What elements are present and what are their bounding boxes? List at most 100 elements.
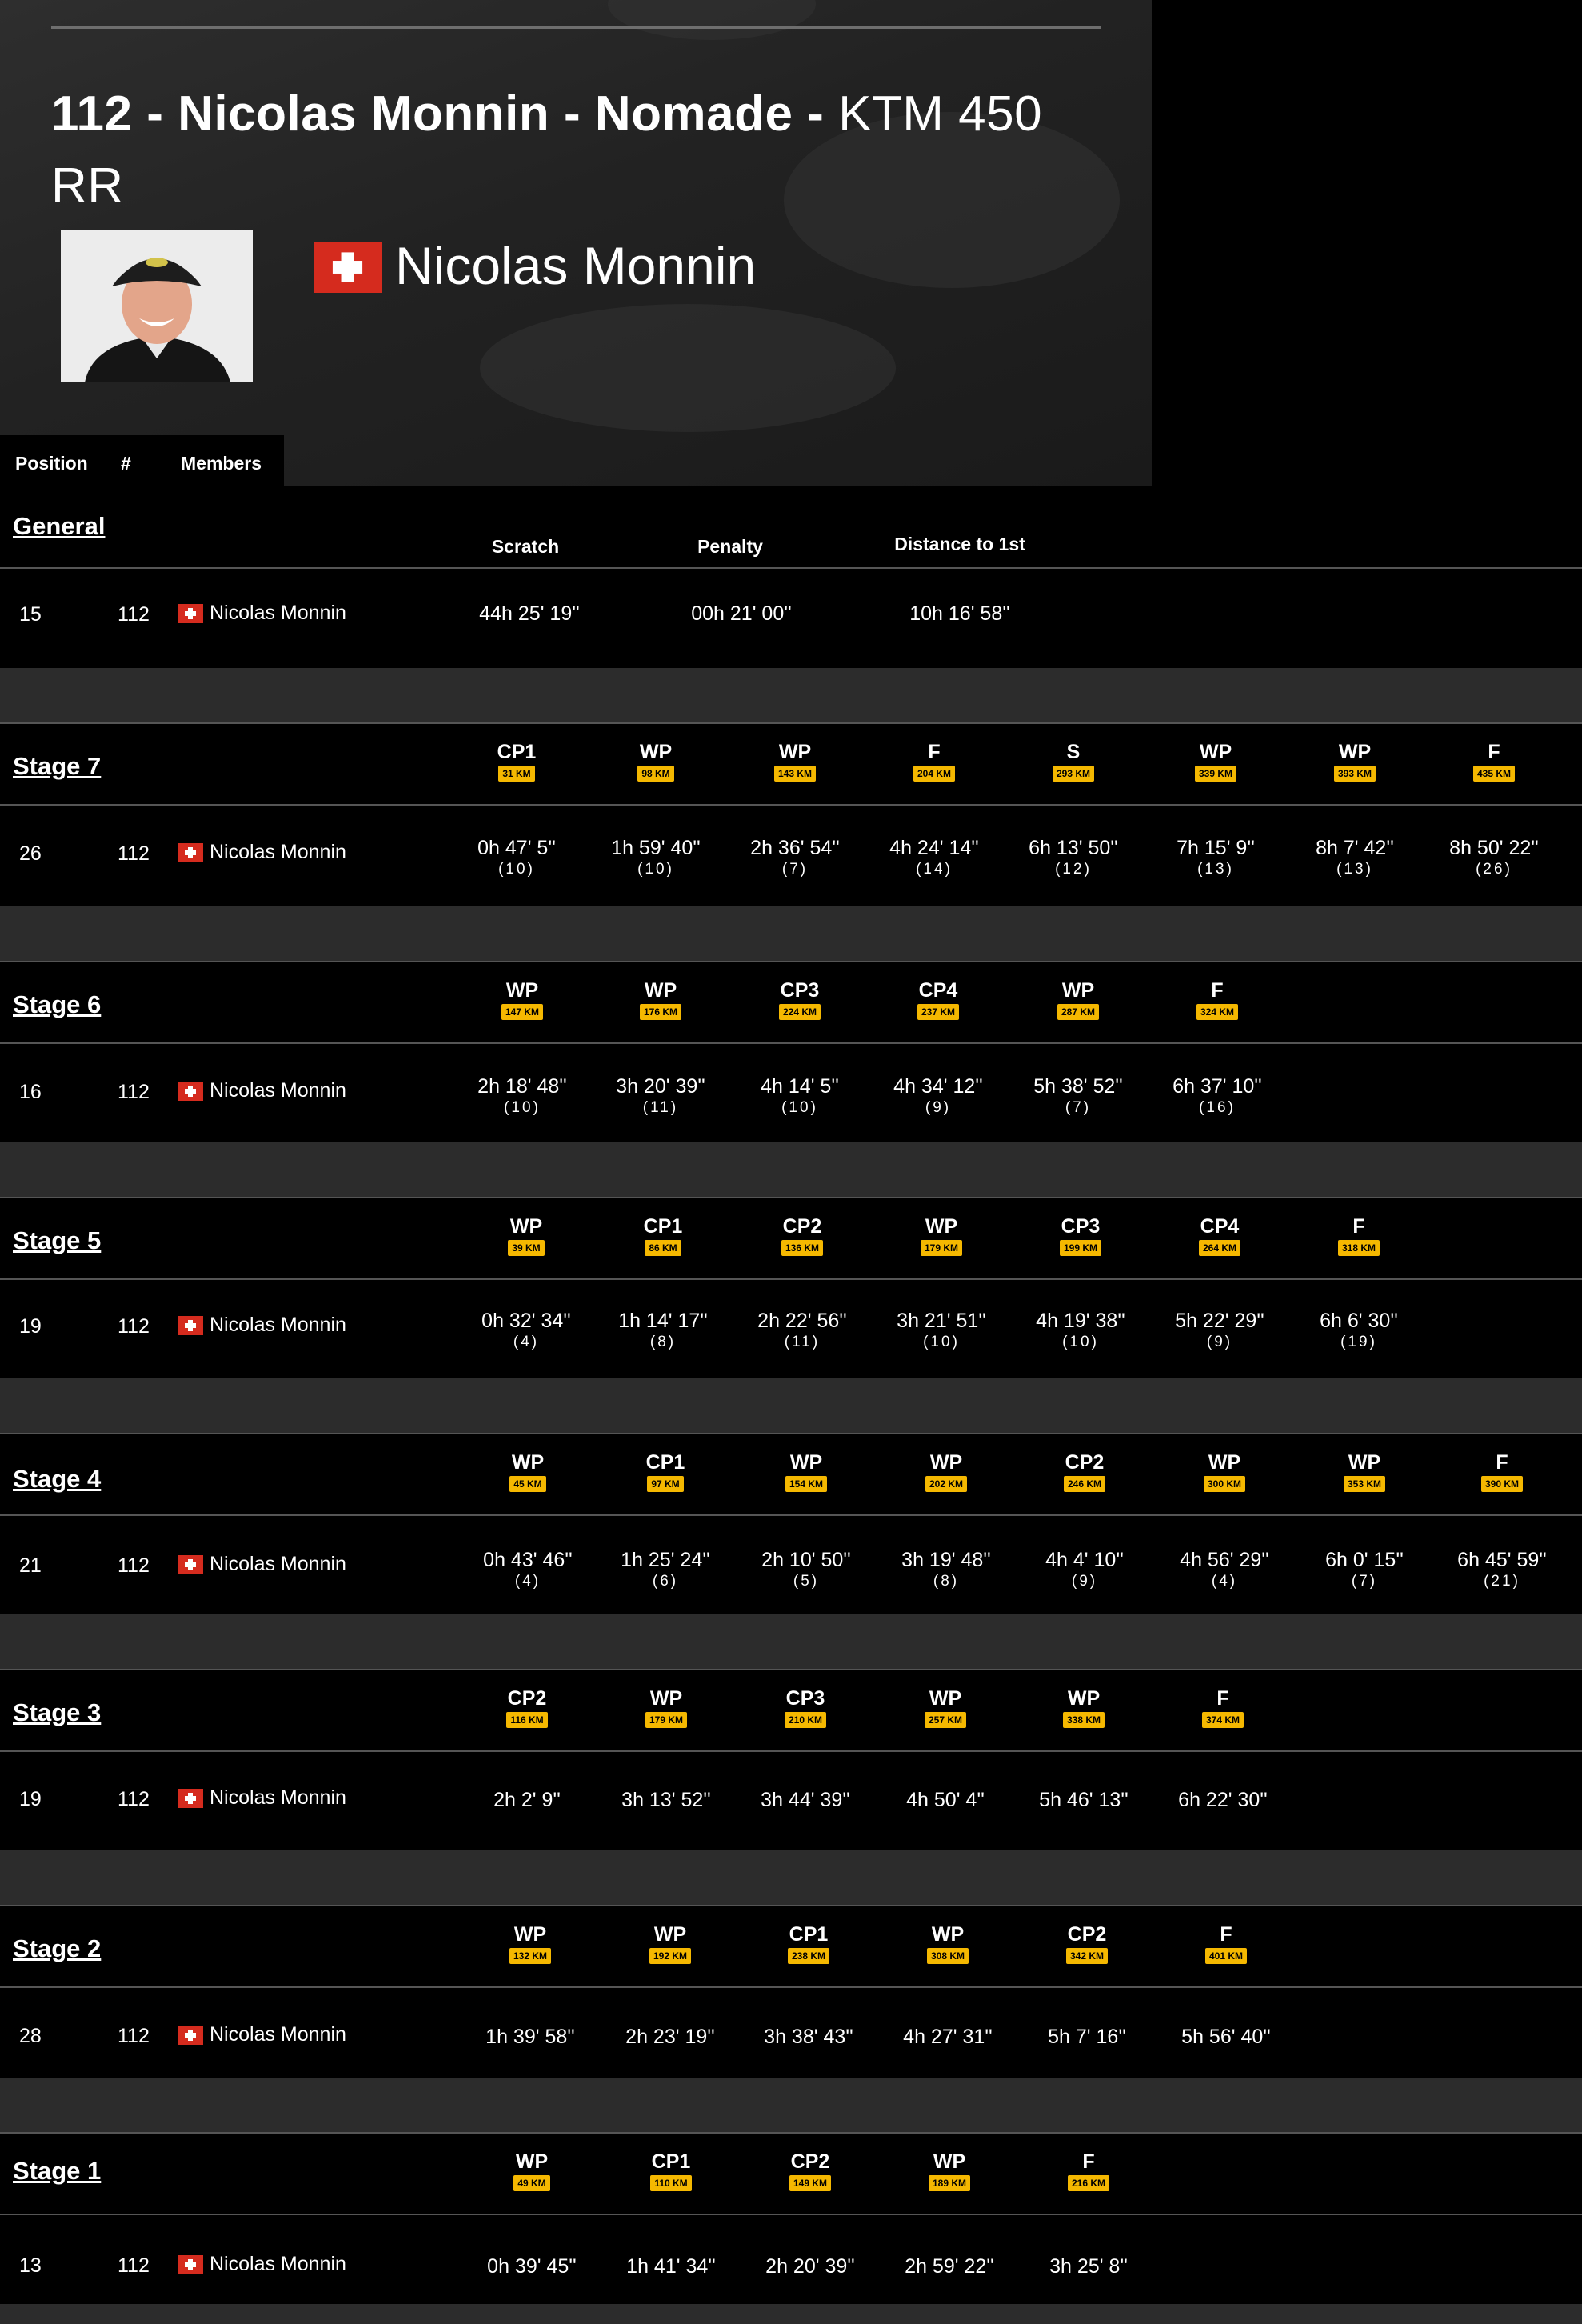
checkpoint-time: 1h 25' 24'' (6)	[621, 1548, 710, 1591]
divider	[0, 804, 1582, 806]
checkpoint-label: WP	[1067, 1687, 1101, 1710]
time-value: 5h 38' 52''	[1033, 1075, 1123, 1098]
rider-name: Nicolas Monnin	[395, 236, 757, 295]
tab-position[interactable]: Position	[15, 453, 88, 474]
checkpoint-header: WP 300 KM	[1173, 1450, 1276, 1492]
time-value: 0h 32' 34''	[481, 1310, 571, 1332]
time-value: 2h 23' 19''	[625, 2026, 715, 2048]
stage-title[interactable]: Stage 3	[13, 1698, 101, 1727]
general-distance: 10h 16' 58''	[909, 602, 1010, 625]
checkpoint-km-badge: 86 KM	[645, 1240, 681, 1256]
stage-number: 112	[118, 2254, 150, 2277]
time-value: 3h 13' 52''	[621, 1789, 711, 1811]
checkpoint-label: F	[1216, 1687, 1229, 1710]
rank-value: (7)	[1065, 1099, 1092, 1116]
checkpoint-label: WP	[933, 2150, 966, 2173]
checkpoint-km-badge: 136 KM	[781, 1240, 824, 1256]
stage-title[interactable]: Stage 6	[13, 990, 101, 1019]
checkpoint-time: 4h 4' 10'' (9)	[1045, 1548, 1124, 1591]
checkpoint-header: WP 339 KM	[1164, 740, 1268, 782]
checkpoint-time: 4h 19' 38'' (10)	[1036, 1309, 1125, 1352]
stage-title[interactable]: Stage 1	[13, 2157, 101, 2186]
checkpoint-header: CP3 199 KM	[1029, 1214, 1133, 1256]
checkpoint-header: WP 353 KM	[1312, 1450, 1416, 1492]
checkpoint-time: 6h 13' 50'' (12)	[1029, 836, 1118, 879]
swiss-flag-icon	[178, 843, 203, 863]
checkpoint-km-badge: 287 KM	[1057, 1004, 1100, 1020]
stage-member[interactable]: Nicolas Monnin	[178, 1786, 346, 1810]
member-name: Nicolas Monnin	[210, 1786, 346, 1809]
checkpoint-km-badge: 324 KM	[1196, 1004, 1239, 1020]
checkpoint-label: WP	[929, 1687, 962, 1710]
rank-value: (10)	[498, 861, 535, 878]
checkpoint-km-badge: 374 KM	[1201, 1712, 1244, 1728]
checkpoint-km-badge: 192 KM	[649, 1948, 692, 1964]
checkpoint-time: 8h 7' 42'' (13)	[1316, 836, 1394, 879]
checkpoint-label: WP	[789, 1451, 823, 1474]
stage-title[interactable]: Stage 4	[13, 1465, 101, 1494]
divider	[0, 1197, 1582, 1198]
time-value: 3h 19' 48''	[901, 1549, 991, 1571]
divider	[0, 1278, 1582, 1280]
time-value: 4h 14' 5''	[761, 1075, 839, 1098]
checkpoint-label: WP	[509, 1215, 543, 1238]
time-value: 3h 38' 43''	[764, 2026, 853, 2048]
checkpoint-time: 0h 43' 46'' (4)	[483, 1548, 573, 1591]
stage-title[interactable]: Stage 7	[13, 752, 101, 781]
checkpoint-km-badge: 401 KM	[1204, 1948, 1248, 1964]
tab-number[interactable]: #	[121, 453, 131, 474]
col-penalty: Penalty	[697, 536, 763, 557]
member-name: Nicolas Monnin	[210, 1079, 346, 1102]
time-value: 2h 22' 56''	[757, 1310, 847, 1332]
checkpoint-header: CP2 136 KM	[750, 1214, 854, 1256]
rank-value: (12)	[1055, 861, 1092, 878]
stage-member[interactable]: Nicolas Monnin	[178, 1079, 346, 1102]
section-separator	[0, 1850, 1582, 1906]
stage-member[interactable]: Nicolas Monnin	[178, 1553, 346, 1576]
checkpoint-header: WP 179 KM	[614, 1686, 718, 1728]
stage-number: 112	[118, 1554, 150, 1577]
checkpoint-label: F	[1211, 979, 1224, 1002]
rank-value: (10)	[923, 1334, 960, 1350]
stage-member[interactable]: Nicolas Monnin	[178, 1314, 346, 1337]
rank-value: (5)	[793, 1573, 820, 1590]
checkpoint-header: WP 287 KM	[1026, 978, 1130, 1020]
hero-divider	[51, 26, 1101, 29]
checkpoint-header: WP 132 KM	[478, 1922, 582, 1964]
rank-value: (10)	[781, 1099, 818, 1116]
stage-title[interactable]: Stage 5	[13, 1226, 101, 1255]
checkpoint-label: WP	[653, 1923, 687, 1946]
time-value: 0h 47' 5''	[477, 837, 556, 859]
swiss-flag-icon	[178, 1789, 203, 1809]
checkpoint-label: CP1	[789, 1923, 829, 1946]
checkpoint-time: 4h 50' 4''	[906, 1788, 985, 1812]
checkpoint-km-badge: 98 KM	[637, 766, 674, 782]
checkpoint-time: 6h 37' 10'' (16)	[1173, 1074, 1262, 1118]
checkpoint-label: WP	[1061, 979, 1095, 1002]
stage-member[interactable]: Nicolas Monnin	[178, 2253, 346, 2276]
stage-title[interactable]: Stage 2	[13, 1934, 101, 1963]
checkpoint-header: S 293 KM	[1021, 740, 1125, 782]
checkpoint-time: 1h 14' 17'' (8)	[618, 1309, 708, 1352]
checkpoint-label: F	[1220, 1923, 1232, 1946]
divider	[0, 1433, 1582, 1434]
checkpoint-time: 2h 2' 9''	[493, 1788, 561, 1812]
tab-members[interactable]: Members	[181, 453, 262, 474]
rank-value: (6)	[652, 1573, 679, 1590]
time-value: 2h 10' 50''	[761, 1549, 851, 1571]
stage-member[interactable]: Nicolas Monnin	[178, 841, 346, 864]
checkpoint-label: CP2	[790, 2150, 830, 2173]
checkpoint-km-badge: 224 KM	[778, 1004, 821, 1020]
general-title[interactable]: General	[13, 512, 105, 541]
checkpoint-header: WP 189 KM	[897, 2150, 1001, 2191]
rank-value: (4)	[514, 1573, 541, 1590]
stage-member[interactable]: Nicolas Monnin	[178, 2023, 346, 2046]
checkpoint-time: 5h 7' 16''	[1048, 2025, 1126, 2049]
section-separator	[0, 1378, 1582, 1434]
checkpoint-km-badge: 204 KM	[913, 766, 956, 782]
checkpoint-header: CP2 342 KM	[1035, 1922, 1139, 1964]
time-value: 6h 45' 59''	[1457, 1549, 1547, 1571]
checkpoint-km-badge: 238 KM	[787, 1948, 830, 1964]
general-member[interactable]: Nicolas Monnin	[178, 602, 346, 625]
checkpoint-header: CP1 97 KM	[613, 1450, 717, 1492]
